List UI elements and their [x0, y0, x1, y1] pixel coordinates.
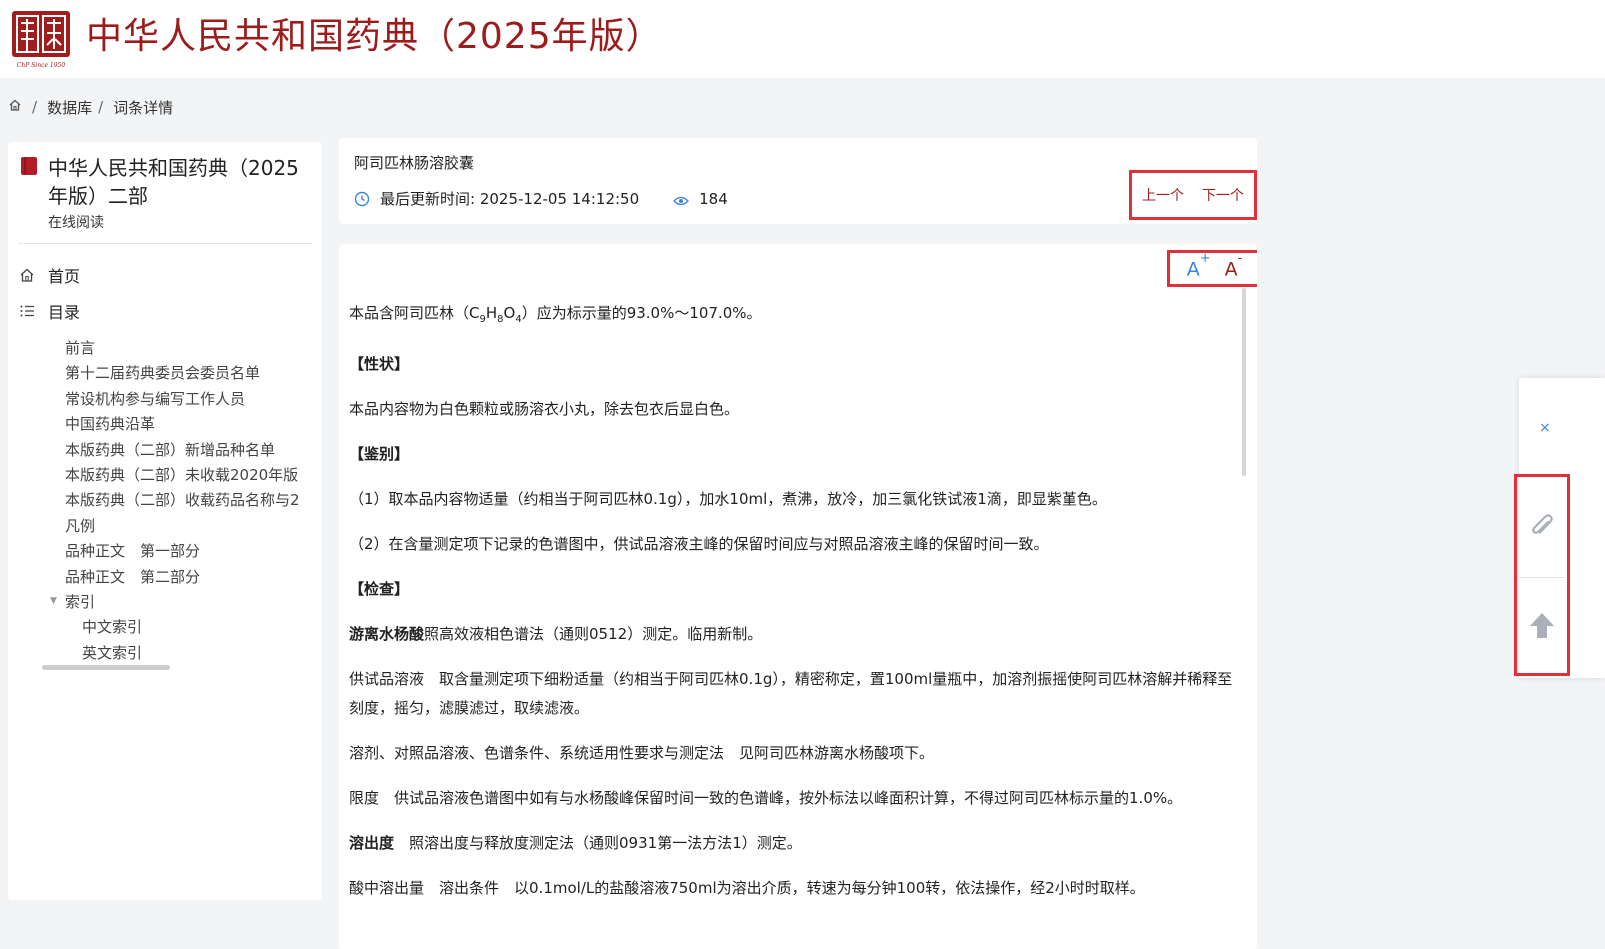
content-paragraph: （2）在含量测定项下记录的色谱图中，供试品溶液主峰的保留时间应与对照品溶液主峰的… — [349, 535, 1049, 553]
next-button[interactable]: 下一个 — [1202, 185, 1244, 205]
sidebar-item-home[interactable]: 首页 — [18, 263, 80, 287]
site-header: ChP Since 1950 中华人民共和国药典（2025年版） — [0, 0, 1605, 78]
read-online-label[interactable]: 在线阅读 — [48, 212, 104, 232]
home-icon — [18, 266, 36, 284]
toc-item[interactable]: 第十二届药典委员会委员名单 — [65, 362, 260, 384]
sidebar-item-label: 首页 — [48, 267, 81, 286]
divider — [1517, 577, 1565, 578]
breadcrumb-database[interactable]: 数据库 — [47, 97, 92, 118]
book-icon — [20, 156, 38, 176]
breadcrumb-entry-detail: 词条详情 — [113, 98, 174, 117]
sidebar: 中华人民共和国药典（2025年版）二部 在线阅读 首页 目录 前言 第十二届药典… — [8, 142, 322, 900]
toc-item[interactable]: 本版药典（二部）未收载2020年版 — [65, 464, 305, 486]
toc-item[interactable]: 前言 — [65, 337, 95, 359]
divider — [18, 243, 312, 244]
prev-next-group: 上一个 下一个 — [1129, 170, 1257, 220]
toc-item[interactable]: 英文索引 — [82, 642, 142, 664]
logo[interactable]: ChP Since 1950 — [12, 11, 70, 69]
font-increase-button[interactable]: A+ — [1187, 251, 1211, 280]
meta-row: 最后更新时间: 2025-12-05 14:12:50 184 — [354, 188, 728, 209]
caret-down-icon[interactable]: ▼ — [50, 596, 57, 606]
toc-item[interactable]: 索引 — [65, 591, 95, 613]
section-heading: 【鉴别】 — [349, 445, 410, 463]
toc-item[interactable]: 本版药典（二部）收载药品名称与2 — [65, 489, 305, 511]
toc-item[interactable]: 凡例 — [65, 515, 95, 537]
font-size-controls: A+ A- — [1167, 250, 1257, 287]
content-paragraph: 本品内容物为白色颗粒或肠溶衣小丸，除去包衣后显白色。 — [349, 400, 740, 418]
sidebar-item-label: 目录 — [48, 303, 81, 322]
entry-meta-card: 阿司匹林肠溶胶囊 最后更新时间: 2025-12-05 14:12:50 184… — [339, 138, 1257, 224]
breadcrumb-separator: / — [32, 98, 38, 116]
breadcrumb-separator: / — [98, 98, 104, 116]
content-paragraph: 溶剂、对照品溶液、色谱条件、系统适用性要求与测定法 见阿司匹林游离水杨酸项下。 — [349, 744, 935, 762]
content-paragraph: （1）取本品内容物适量（约相当于阿司匹林0.1g），加水10ml，煮沸，放冷，加… — [349, 490, 1107, 508]
content-paragraph: 游离水杨酸照高效液相色谱法（通则0512）测定。临用新制。 — [349, 625, 763, 643]
sidebar-item-contents[interactable]: 目录 — [18, 299, 80, 323]
font-decrease-button[interactable]: A- — [1225, 251, 1243, 280]
section-heading: 【检查】 — [349, 580, 410, 598]
clock-icon — [354, 191, 370, 207]
home-icon[interactable] — [8, 98, 22, 116]
horizontal-scrollbar[interactable] — [42, 665, 170, 670]
close-icon[interactable]: × — [1539, 420, 1551, 436]
eye-icon — [673, 193, 690, 205]
toc-item[interactable]: 常设机构参与编写工作人员 — [65, 388, 245, 410]
paperclip-icon[interactable] — [1529, 513, 1555, 541]
arrow-up-icon[interactable] — [1529, 611, 1555, 639]
toc-item[interactable]: 本版药典（二部）新增品种名单 — [65, 439, 275, 461]
book-title: 中华人民共和国药典（2025年版）二部 — [48, 156, 299, 208]
last-updated-text: 最后更新时间: 2025-12-05 14:12:50 — [380, 190, 640, 208]
content-paragraph: 本品含阿司匹林（C9H8O4）应为标示量的93.0%～107.0%。 — [349, 304, 762, 325]
list-icon — [18, 302, 36, 320]
floating-toolbar: × — [1514, 378, 1605, 678]
section-heading: 【性状】 — [349, 355, 410, 373]
toc-item[interactable]: 品种正文 第一部分 — [65, 540, 200, 562]
site-title: 中华人民共和国药典（2025年版） — [86, 16, 663, 57]
toc-item[interactable]: 中国药典沿革 — [65, 413, 155, 435]
entry-content-card: A+ A- 本品含阿司匹林（C9H8O4）应为标示量的93.0%～107.0%。… — [339, 244, 1257, 949]
content-paragraph: 供试品溶液 取含量测定项下细粉适量（约相当于阿司匹林0.1g），精密称定，置10… — [349, 670, 1233, 717]
toc-item[interactable]: 中文索引 — [82, 616, 142, 638]
vertical-scrollbar[interactable] — [1242, 288, 1246, 476]
prev-button[interactable]: 上一个 — [1142, 185, 1184, 205]
toc-item[interactable]: 品种正文 第二部分 — [65, 566, 200, 588]
svg-text:ChP Since 1950: ChP Since 1950 — [17, 62, 66, 69]
content-paragraph: 酸中溶出量 溶出条件 以0.1mol/L的盐酸溶液750ml为溶出介质，转速为每… — [349, 879, 1145, 897]
content-paragraph: 限度 供试品溶液色谱图中如有与水杨酸峰保留时间一致的色谱峰，按外标法以峰面积计算… — [349, 789, 1183, 807]
floating-actions — [1514, 474, 1570, 676]
content-paragraph: 溶出度 照溶出度与释放度测定法（通则0931第一法方法1）测定。 — [349, 834, 802, 852]
entry-title: 阿司匹林肠溶胶囊 — [354, 154, 475, 172]
breadcrumb: / 数据库 / 词条详情 — [8, 96, 173, 118]
view-count: 184 — [699, 189, 728, 208]
